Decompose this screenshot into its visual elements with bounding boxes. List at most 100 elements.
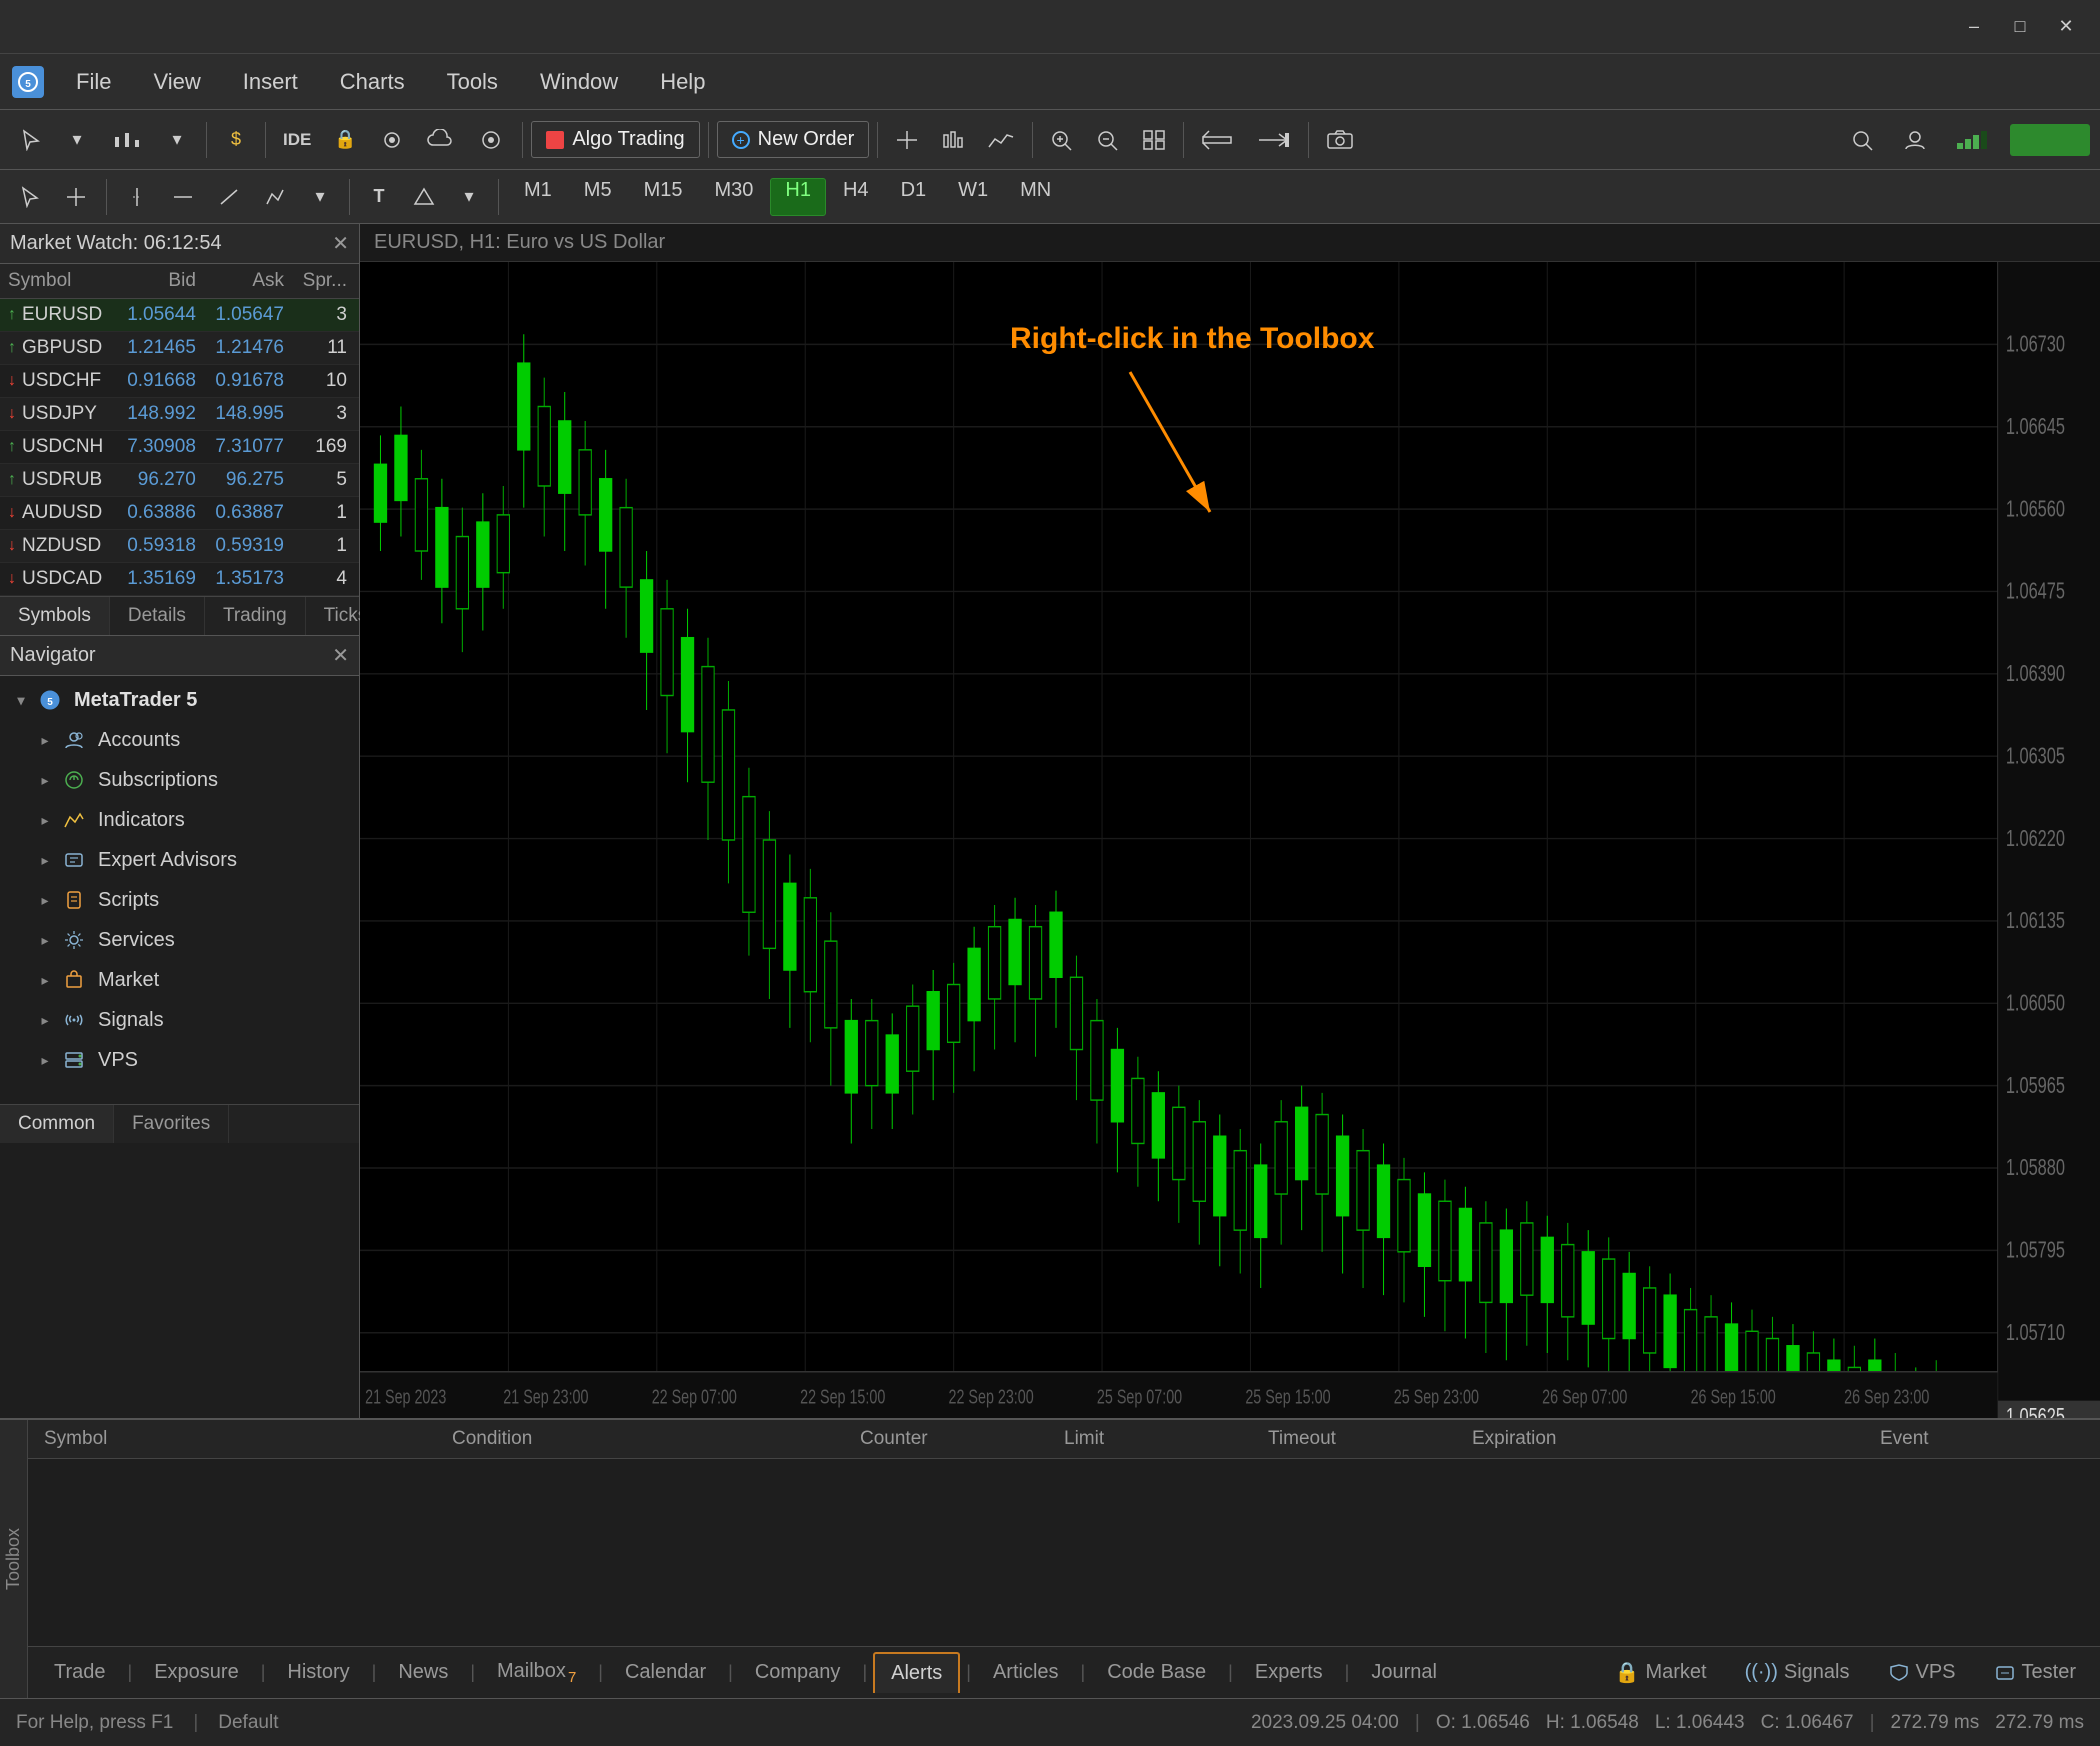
menu-view[interactable]: View [135,61,218,103]
crosshair-btn[interactable] [886,119,928,161]
signals-btn[interactable]: ((·)) Signals [1731,1655,1864,1690]
market-watch-row-usdchf[interactable]: ↓USDCHF 0.91668 0.91678 10 [0,365,359,398]
search-btn[interactable] [1842,119,1884,161]
navigator-close[interactable]: ✕ [332,643,349,668]
market-watch-row-usdcad[interactable]: ↓USDCAD 1.35169 1.35173 4 [0,563,359,596]
minimize-button[interactable]: – [1960,13,1988,41]
nav-item-ea[interactable]: ▸ Expert Advisors [0,840,359,880]
nav-item-accounts[interactable]: ▸ Accounts [0,720,359,760]
tab-experts[interactable]: Experts [1239,1653,1339,1692]
shape-dropdown[interactable]: ▾ [450,178,488,216]
ide-btn[interactable]: IDE [274,119,320,161]
market-watch-row-usdjpy[interactable]: ↓USDJPY 148.992 148.995 3 [0,398,359,431]
nav-item-vps[interactable]: ▸ VPS [0,1040,359,1080]
settings-circle-btn[interactable] [468,119,514,161]
menu-help[interactable]: Help [642,61,723,103]
tab-trade[interactable]: Trade [38,1653,122,1692]
nav-tab-common[interactable]: Common [0,1105,114,1143]
tf-m15[interactable]: M15 [629,178,698,216]
bar-chart-btn[interactable] [932,119,974,161]
nav-tab-favorites[interactable]: Favorites [114,1105,229,1143]
chart-dropdown[interactable]: ▾ [156,119,198,161]
maximize-button[interactable]: □ [2006,13,2034,41]
tf-m5[interactable]: M5 [569,178,627,216]
scroll-btn[interactable] [1192,119,1242,161]
vertical-line-tool[interactable] [117,178,157,216]
mw-tab-details[interactable]: Details [110,597,205,635]
radio-btn[interactable] [370,119,414,161]
nav-expand-subscriptions: ▸ [34,769,56,791]
cloud-btn[interactable] [418,119,464,161]
vps-btn[interactable]: VPS [1874,1655,1970,1690]
select-tool[interactable] [10,178,50,216]
chart-container[interactable]: 1.06730 1.06645 1.06560 1.06475 1.06390 … [360,262,2100,1418]
trend-line-tool[interactable] [209,178,249,216]
menu-window[interactable]: Window [522,61,636,103]
lock-btn[interactable]: 🔒 [324,119,366,161]
menu-charts[interactable]: Charts [322,61,423,103]
col-event-header: Event [1880,1428,2084,1450]
tab-history[interactable]: History [271,1653,365,1692]
tab-alerts[interactable]: Alerts [873,1652,960,1693]
tf-m1[interactable]: M1 [509,178,567,216]
close-button[interactable]: ✕ [2052,13,2080,41]
zoom-out-btn[interactable] [1087,119,1129,161]
shift-btn[interactable] [1246,119,1300,161]
signal-bar-btn[interactable] [1946,119,2000,161]
mw-tab-trading[interactable]: Trading [205,597,306,635]
market-watch-row-audusd[interactable]: ↓AUDUSD 0.63886 0.63887 1 [0,497,359,530]
nav-label-indicators: Indicators [98,809,185,832]
tf-h4[interactable]: H4 [828,178,884,216]
mw-tab-symbols[interactable]: Symbols [0,597,110,635]
market-watch-row-usdrub[interactable]: ↑USDRUB 96.270 96.275 5 [0,464,359,497]
tab-news[interactable]: News [382,1653,464,1692]
menu-tools[interactable]: Tools [429,61,516,103]
algo-trading-btn[interactable]: Algo Trading [531,121,699,158]
dollar-btn[interactable]: $ [215,119,257,161]
profile-btn[interactable] [1894,119,1936,161]
tab-exposure[interactable]: Exposure [138,1653,255,1692]
tab-articles[interactable]: Articles [977,1653,1075,1692]
tf-h1[interactable]: H1 [770,178,826,216]
chart-type-btn[interactable] [102,119,152,161]
horizontal-line-tool[interactable] [163,178,203,216]
tf-mn[interactable]: MN [1005,178,1066,216]
nav-item-mt5[interactable]: ▾ 5 MetaTrader 5 [0,680,359,720]
nav-item-subscriptions[interactable]: ▸ Subscriptions [0,760,359,800]
market-watch-row-eurusd[interactable]: ↑EURUSD 1.05644 1.05647 3 [0,299,359,332]
menu-file[interactable]: File [58,61,129,103]
tab-company[interactable]: Company [739,1653,857,1692]
nav-item-indicators[interactable]: ▸ Indicators [0,800,359,840]
grid-btn[interactable] [1133,119,1175,161]
draw-dropdown[interactable]: ▾ [301,178,339,216]
nav-item-signals[interactable]: ▸ Signals [0,1000,359,1040]
tf-d1[interactable]: D1 [886,178,942,216]
toolbox-table[interactable] [28,1459,2100,1646]
zoom-in-btn[interactable] [1041,119,1083,161]
tf-w1[interactable]: W1 [943,178,1003,216]
nav-item-market[interactable]: ▸ Market [0,960,359,1000]
arrow-dropdown[interactable]: ▾ [56,119,98,161]
new-order-btn[interactable]: + New Order [717,121,870,158]
market-watch-row-gbpusd[interactable]: ↑GBPUSD 1.21465 1.21476 11 [0,332,359,365]
tab-journal[interactable]: Journal [1355,1653,1453,1692]
tab-codebase[interactable]: Code Base [1091,1653,1222,1692]
market-watch-row-nzdusd[interactable]: ↓NZDUSD 0.59318 0.59319 1 [0,530,359,563]
tester-btn[interactable]: Tester [1980,1655,2090,1690]
nav-item-services[interactable]: ▸ Services [0,920,359,960]
market-watch-row-usdcnh[interactable]: ↑USDCNH 7.30908 7.31077 169 [0,431,359,464]
tf-m30[interactable]: M30 [700,178,769,216]
nav-item-scripts[interactable]: ▸ Scripts [0,880,359,920]
menu-insert[interactable]: Insert [225,61,316,103]
screenshot-btn[interactable] [1317,119,1363,161]
line-chart-btn[interactable] [978,119,1024,161]
market-btn[interactable]: 🔒 Market [1601,1654,1721,1691]
market-watch-close[interactable]: ✕ [332,231,349,256]
tab-calendar[interactable]: Calendar [609,1653,722,1692]
polyline-tool[interactable] [255,178,295,216]
tab-mailbox[interactable]: Mailbox7 [481,1652,592,1694]
text-tool[interactable]: T [360,178,398,216]
cursor-tool[interactable] [10,119,52,161]
crosshair-tool[interactable] [56,178,96,216]
shape-tool[interactable] [404,178,444,216]
